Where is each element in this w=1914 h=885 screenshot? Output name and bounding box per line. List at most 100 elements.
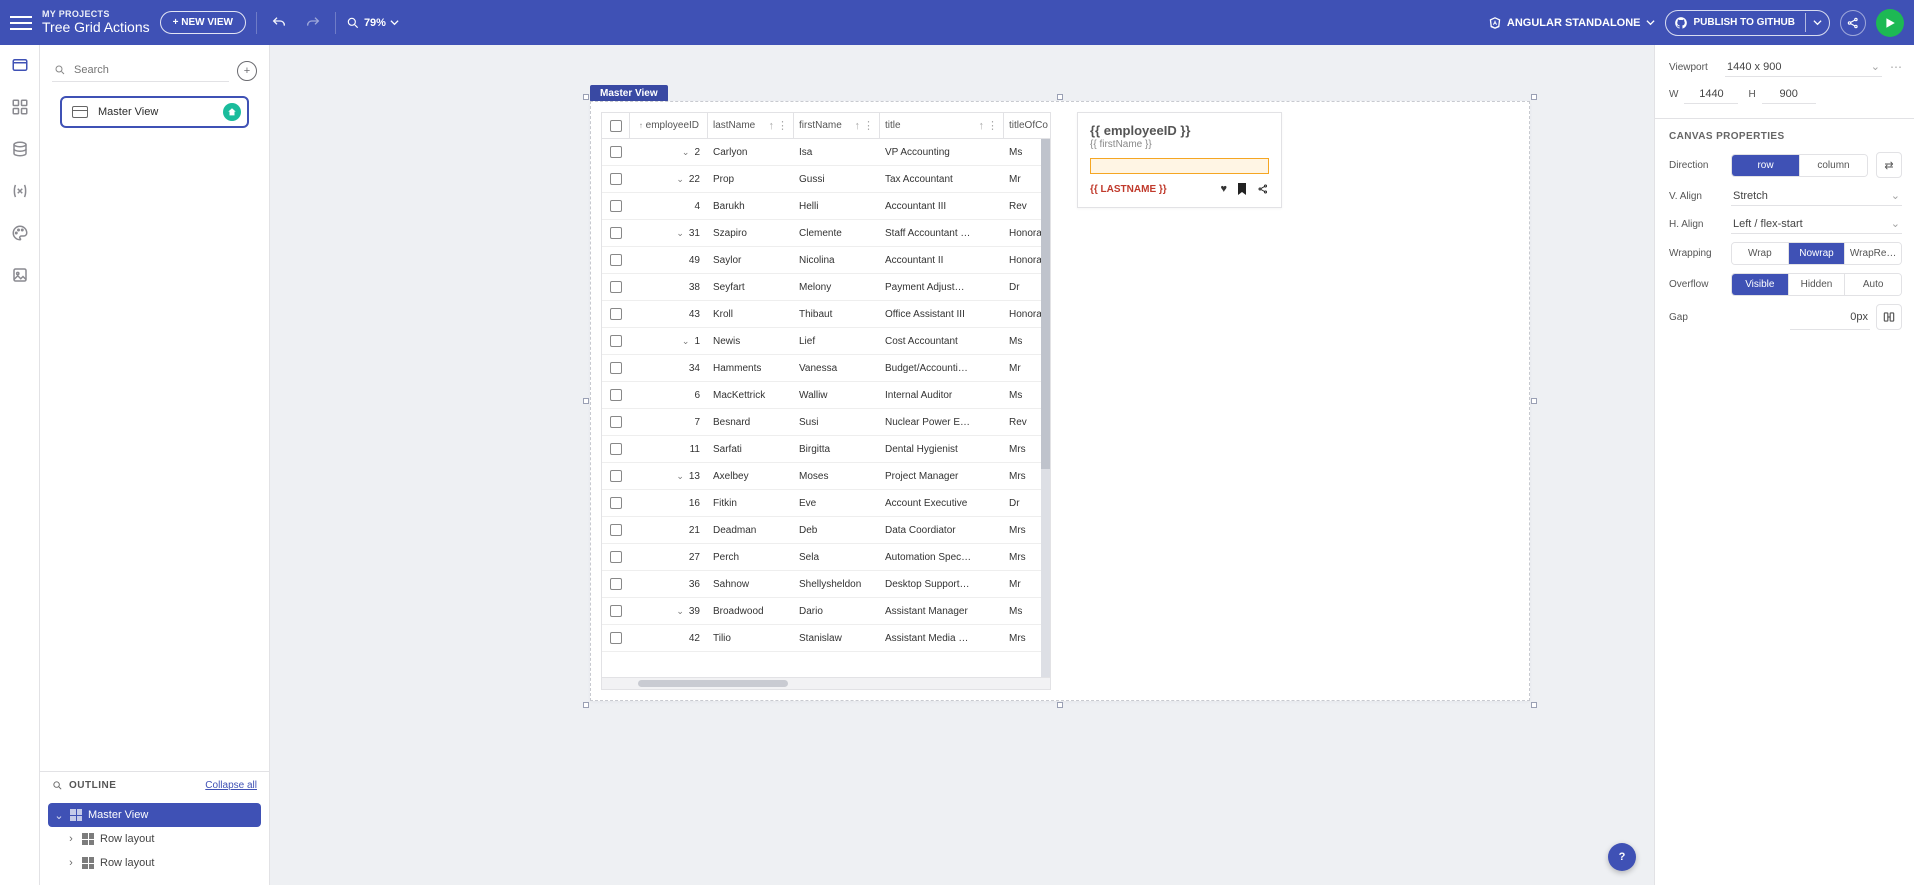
swap-direction-icon[interactable]: ⇄ <box>1876 152 1902 178</box>
share-icon[interactable] <box>1257 183 1269 195</box>
table-row[interactable]: 4BarukhHelliAccountant IIIRev <box>602 193 1050 220</box>
search-input[interactable] <box>52 59 229 82</box>
row-checkbox[interactable] <box>610 470 622 482</box>
halign-select[interactable]: Left / flex-start⌄ <box>1731 214 1902 234</box>
rail-components-icon[interactable] <box>10 97 30 117</box>
row-checkbox[interactable] <box>610 497 622 509</box>
table-row[interactable]: ⌄22PropGussiTax AccountantMr <box>602 166 1050 193</box>
wrapreverse-button[interactable]: WrapRe… <box>1844 243 1901 264</box>
table-row[interactable]: 36SahnowShellysheldonDesktop Support…Mr <box>602 571 1050 598</box>
row-checkbox[interactable] <box>610 200 622 212</box>
redo-icon[interactable] <box>301 11 325 35</box>
horizontal-scrollbar[interactable] <box>602 677 1050 689</box>
menu-icon[interactable] <box>10 12 32 34</box>
zoom-control[interactable]: 79% <box>346 16 399 30</box>
table-row[interactable]: ⌄31SzapiroClementeStaff Accountant …Hono… <box>602 220 1050 247</box>
row-checkbox[interactable] <box>610 632 622 644</box>
direction-column-button[interactable]: column <box>1799 155 1867 176</box>
wrap-button[interactable]: Wrap <box>1732 243 1788 264</box>
chevron-down-icon[interactable]: ⌄ <box>676 174 684 185</box>
gap-link-icon[interactable] <box>1876 304 1902 330</box>
table-row[interactable]: 34HammentsVanessaBudget/Accounti…Mr <box>602 355 1050 382</box>
gap-input[interactable] <box>1790 304 1870 330</box>
preview-button[interactable] <box>1876 9 1904 37</box>
table-row[interactable]: 21DeadmanDebData CoordiatorMrs <box>602 517 1050 544</box>
bookmark-icon[interactable] <box>1237 183 1247 195</box>
col-header-employeeid[interactable]: ⋮↑ employeeID <box>630 113 708 138</box>
col-header-firstname[interactable]: firstName↑ ⋮ <box>794 113 880 138</box>
rail-variables-icon[interactable] <box>10 181 30 201</box>
height-input[interactable] <box>1762 85 1816 104</box>
row-checkbox[interactable] <box>610 551 622 563</box>
table-row[interactable]: ⌄1NewisLiefCost AccountantMs <box>602 328 1050 355</box>
row-checkbox[interactable] <box>610 335 622 347</box>
table-row[interactable]: 49SaylorNicolinaAccountant IIHonorab <box>602 247 1050 274</box>
resize-handle[interactable] <box>1531 398 1537 404</box>
col-header-titleofco[interactable]: titleOfCo <box>1004 113 1050 138</box>
view-item-master[interactable]: Master View <box>60 96 249 128</box>
table-row[interactable]: 16FitkinEveAccount ExecutiveDr <box>602 490 1050 517</box>
col-header-lastname[interactable]: lastName↑ ⋮ <box>708 113 794 138</box>
table-row[interactable]: 42TilioStanislawAssistant Media …Mrs <box>602 625 1050 652</box>
row-checkbox[interactable] <box>610 281 622 293</box>
overflow-auto-button[interactable]: Auto <box>1844 274 1901 295</box>
row-checkbox[interactable] <box>610 524 622 536</box>
new-view-button[interactable]: + NEW VIEW <box>160 11 246 34</box>
rail-views-icon[interactable] <box>10 55 30 75</box>
resize-handle[interactable] <box>583 398 589 404</box>
row-checkbox[interactable] <box>610 416 622 428</box>
share-icon[interactable] <box>1840 10 1866 36</box>
nowrap-button[interactable]: Nowrap <box>1788 243 1845 264</box>
viewport-select[interactable]: 1440 x 900 ⌄ <box>1725 57 1882 77</box>
row-checkbox[interactable] <box>610 389 622 401</box>
row-checkbox[interactable] <box>610 173 622 185</box>
table-row[interactable]: 43KrollThibautOffice Assistant IIIHonora… <box>602 301 1050 328</box>
row-checkbox[interactable] <box>610 578 622 590</box>
chevron-down-icon[interactable]: ⌄ <box>676 606 684 617</box>
detail-selected-slot[interactable] <box>1090 158 1269 174</box>
chevron-down-icon[interactable]: ⌄ <box>676 471 684 482</box>
select-all-checkbox[interactable] <box>610 120 622 132</box>
tree-grid[interactable]: ⋮↑ employeeID lastName↑ ⋮ firstName↑ ⋮ t… <box>601 112 1051 690</box>
publish-button[interactable]: PUBLISH TO GITHUB <box>1665 10 1830 36</box>
row-checkbox[interactable] <box>610 146 622 158</box>
width-input[interactable] <box>1684 85 1738 104</box>
valign-select[interactable]: Stretch⌄ <box>1731 186 1902 206</box>
table-row[interactable]: 7BesnardSusiNuclear Power E…Rev <box>602 409 1050 436</box>
table-row[interactable]: ⌄13AxelbeyMosesProject ManagerMrs <box>602 463 1050 490</box>
resize-handle[interactable] <box>583 94 589 100</box>
tree-item-master-view[interactable]: ⌄ Master View <box>48 803 261 827</box>
chevron-down-icon[interactable]: ⌄ <box>682 336 690 347</box>
row-checkbox[interactable] <box>610 443 622 455</box>
chevron-down-icon[interactable]: ⌄ <box>676 228 684 239</box>
detail-card[interactable]: {{ employeeID }} {{ firstName }} {{ LAST… <box>1077 112 1282 208</box>
rail-assets-icon[interactable] <box>10 265 30 285</box>
canvas-stage[interactable]: ⋮↑ employeeID lastName↑ ⋮ firstName↑ ⋮ t… <box>590 101 1530 701</box>
undo-icon[interactable] <box>267 11 291 35</box>
table-row[interactable]: 27PerchSelaAutomation Spec…Mrs <box>602 544 1050 571</box>
breadcrumb[interactable]: MY PROJECTS <box>42 10 150 20</box>
resize-handle[interactable] <box>583 702 589 708</box>
table-row[interactable]: ⌄2CarlyonIsaVP AccountingMs <box>602 139 1050 166</box>
tree-item-row-layout[interactable]: › Row layout <box>48 851 261 875</box>
table-row[interactable]: ⌄39BroadwoodDarioAssistant ManagerMs <box>602 598 1050 625</box>
row-checkbox[interactable] <box>610 362 622 374</box>
direction-row-button[interactable]: row <box>1732 155 1799 176</box>
framework-selector[interactable]: ANGULAR STANDALONE <box>1488 16 1655 30</box>
tree-item-row-layout[interactable]: › Row layout <box>48 827 261 851</box>
resize-handle[interactable] <box>1057 702 1063 708</box>
add-view-button[interactable]: + <box>237 61 257 81</box>
table-row[interactable]: 6MacKettrickWalliwInternal AuditorMs <box>602 382 1050 409</box>
rail-theme-icon[interactable] <box>10 223 30 243</box>
overflow-visible-button[interactable]: Visible <box>1732 274 1788 295</box>
more-options-icon[interactable]: ⋯ <box>1890 60 1902 74</box>
table-row[interactable]: 38SeyfartMelonyPayment Adjust…Dr <box>602 274 1050 301</box>
publish-dropdown[interactable] <box>1805 13 1829 32</box>
search-field[interactable] <box>72 63 227 77</box>
row-checkbox[interactable] <box>610 227 622 239</box>
resize-handle[interactable] <box>1531 702 1537 708</box>
chevron-down-icon[interactable]: ⌄ <box>682 147 690 158</box>
row-checkbox[interactable] <box>610 254 622 266</box>
heart-icon[interactable]: ♥ <box>1220 183 1227 195</box>
design-canvas[interactable]: Master View ⋮↑ employeeID lastName↑ <box>270 45 1654 885</box>
